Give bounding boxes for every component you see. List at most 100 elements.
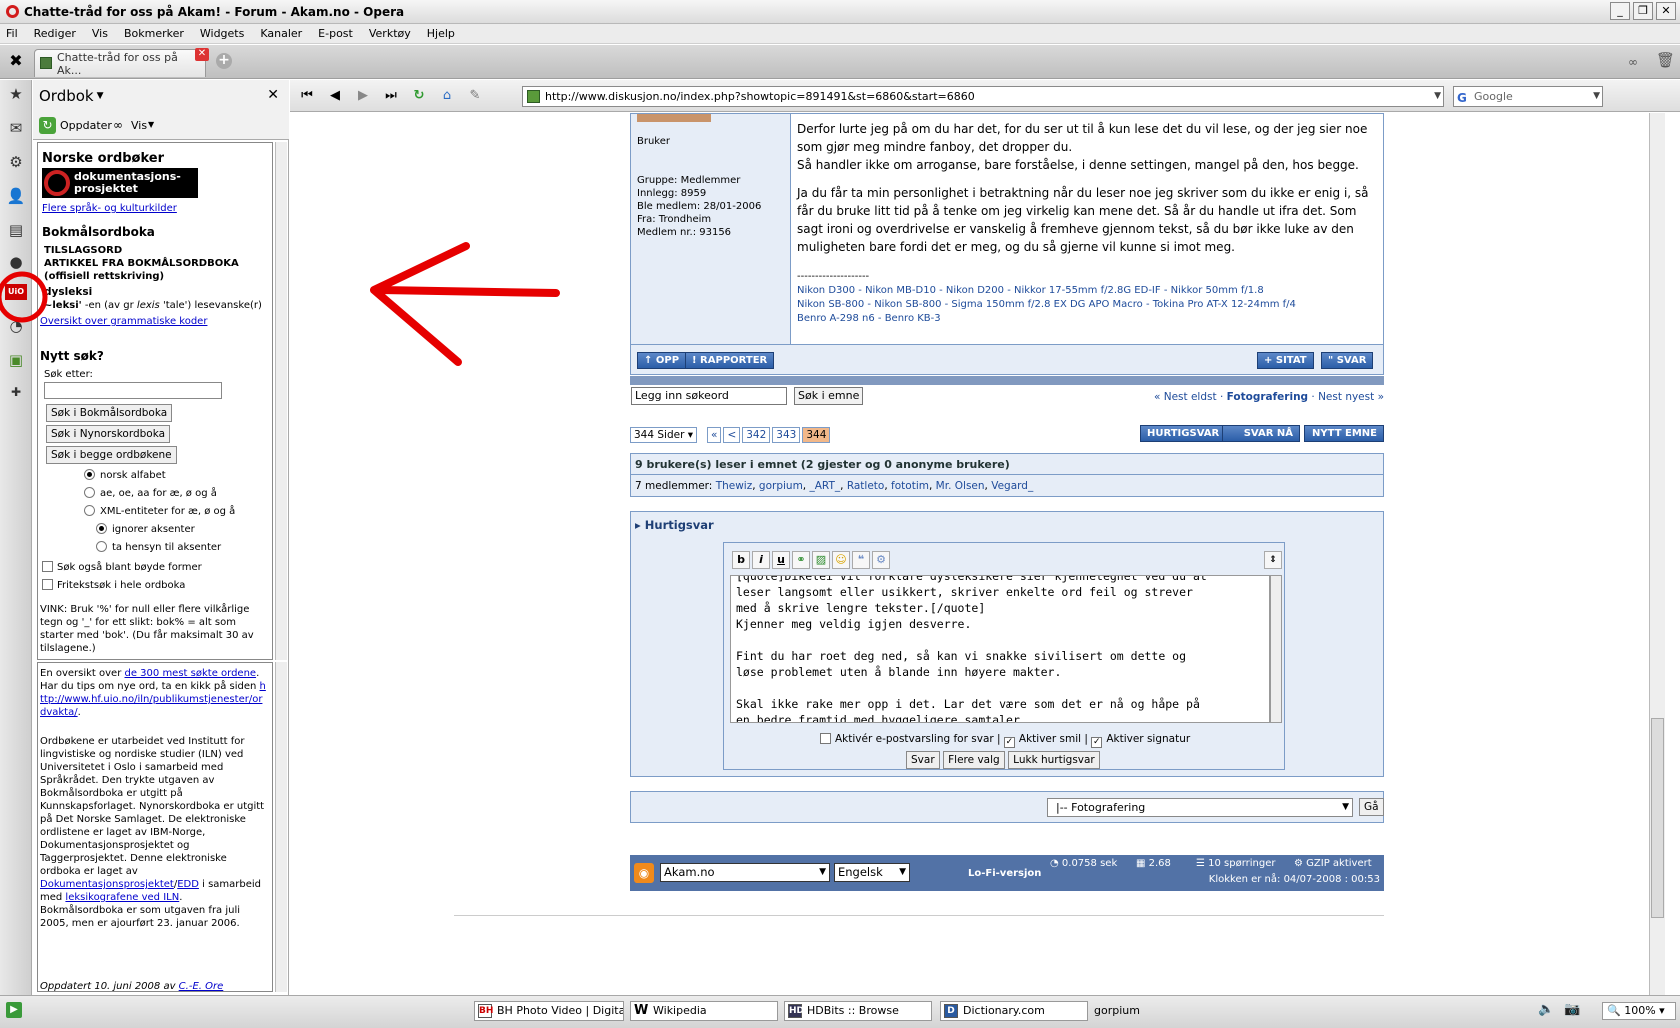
image-icon[interactable]: ▨ (812, 551, 830, 569)
skin-dropdown-icon[interactable]: ▼ (819, 864, 826, 881)
search-engine-field[interactable]: G Google ▼ (1453, 86, 1603, 107)
menu-kanaler[interactable]: Kanaler (260, 27, 302, 40)
lofi-link[interactable]: Lo-Fi-versjon (968, 868, 1041, 879)
menu-verktoy[interactable]: Verktøy (369, 27, 411, 40)
dokumentasjonsprosjektet-link[interactable]: Dokumentasjonsprosjektet (40, 879, 174, 890)
chat-icon[interactable]: ▤ (6, 220, 26, 240)
address-dropdown-icon[interactable]: ▼ (1434, 87, 1441, 106)
topic-search-input[interactable]: Legg inn søkeord (631, 387, 787, 405)
uio-dictionary-panel-icon[interactable]: UiO (5, 284, 27, 300)
leksikografene-link[interactable]: leksikografene ved ILN (65, 892, 179, 903)
bold-icon[interactable]: b (732, 551, 750, 569)
reader-name[interactable]: _ART_ (809, 480, 840, 492)
go-button[interactable]: Gå (1359, 798, 1384, 816)
close-tab-icon[interactable]: ✕ (195, 48, 209, 61)
dokumentasjonsprosjektet-logo[interactable]: dokumentasjons- prosjektet (42, 168, 198, 198)
gear-icon[interactable]: ⚙ (6, 152, 26, 172)
radio-norsk-alfabet[interactable]: norsk alfabet (84, 469, 166, 481)
submit-reply-button[interactable]: Svar (906, 751, 940, 769)
ore-link[interactable]: C.-E. Ore (179, 981, 224, 991)
avatar[interactable] (637, 114, 711, 122)
address-field[interactable]: http://www.diskusjon.no/index.php?showto… (522, 86, 1444, 107)
top-300-link[interactable]: de 300 mest søkte ordene (125, 668, 257, 679)
panel-toggle-icon[interactable]: ▶ (6, 1002, 22, 1018)
quote-icon[interactable]: ❝ (852, 551, 870, 569)
contacts-icon[interactable]: 👤 (6, 186, 26, 206)
svar-na-button[interactable]: SVAR NÅ (1222, 425, 1300, 442)
rewind-icon[interactable]: ⏮ (296, 86, 318, 106)
signature-checkbox[interactable]: ✓ Aktiver signatur (1091, 733, 1190, 748)
notes-icon[interactable]: ▣ (6, 350, 26, 370)
speeddial-wikipedia[interactable]: W Wikipedia (630, 1001, 778, 1021)
reader-name[interactable]: Vegard_ (991, 480, 1033, 492)
reader-name[interactable]: Thewiz (716, 480, 753, 492)
grammar-codes-link[interactable]: Oversikt over grammatiske koder (40, 316, 207, 327)
wand-icon[interactable]: ✎ (464, 86, 486, 106)
minimize-button[interactable]: _ (1610, 2, 1630, 20)
speeddial-bh-photo[interactable]: BHBH Photo Video | Digital C (474, 1001, 624, 1021)
search-both-button[interactable]: Søk i begge ordbøkene (46, 446, 177, 464)
tools-icon[interactable]: ✖ (6, 51, 26, 71)
speaker-icon[interactable]: 🔈 (1538, 1002, 1554, 1017)
reader-name[interactable]: Ratleto (847, 480, 885, 492)
menu-rediger[interactable]: Rediger (34, 27, 76, 40)
language-dropdown-icon[interactable]: ▼ (899, 864, 906, 881)
language-select[interactable]: Engelsk ▼ (834, 863, 910, 882)
more-options-button[interactable]: Flere valg (943, 751, 1005, 769)
close-window-button[interactable]: ✕ (1656, 2, 1676, 20)
radio-ta-hensyn[interactable]: ta hensyn til aksenter (96, 541, 221, 553)
history-icon[interactable]: ◔ (6, 316, 26, 336)
nytt-emne-button[interactable]: NYTT EMNE (1304, 425, 1384, 442)
speeddial-dictionary[interactable]: D Dictionary.com (940, 1001, 1088, 1021)
refresh-icon[interactable]: ↻ (39, 117, 56, 134)
menu-epost[interactable]: E-post (318, 27, 353, 40)
new-tab-icon[interactable]: + (216, 53, 232, 69)
camera-icon[interactable]: 📷 (1564, 1002, 1580, 1017)
prev-page-link[interactable]: < (723, 427, 741, 443)
flere-sprak-link[interactable]: Flere språk- og kulturkilder (42, 203, 177, 214)
bookmarks-star-icon[interactable]: ★ (6, 84, 26, 104)
reload-icon[interactable]: ↻ (408, 86, 430, 106)
menu-bokmerker[interactable]: Bokmerker (124, 27, 184, 40)
back-icon[interactable]: ◀ (324, 86, 346, 106)
close-quick-reply-button[interactable]: Lukk hurtigsvar (1008, 751, 1100, 769)
zoom-control[interactable]: 🔍 100% ▾ (1602, 1002, 1676, 1020)
checkbox-boyde-former[interactable]: Søk også blant bøyde former (42, 561, 202, 573)
page-343-link[interactable]: 343 (772, 427, 801, 443)
speeddial-hdbits[interactable]: HD HDBits :: Browse (784, 1001, 932, 1021)
hurtigsvar-button[interactable]: HURTIGSVAR (1140, 425, 1227, 442)
forum-link[interactable]: Fotografering (1227, 391, 1308, 403)
svar-button[interactable]: " SVAR (1321, 352, 1374, 369)
forward-icon[interactable]: ▶ (352, 86, 374, 106)
panel-top-scrollbar[interactable] (275, 142, 287, 660)
italic-icon[interactable]: i (752, 551, 770, 569)
code-icon[interactable]: ⚙ (872, 551, 890, 569)
next-topic-link[interactable]: Nest nyest » (1318, 391, 1384, 403)
search-nynorsk-button[interactable]: Søk i Nynorskordboka (46, 425, 171, 443)
menu-fil[interactable]: Fil (6, 27, 18, 40)
search-dropdown-icon[interactable]: ▼ (1593, 87, 1600, 106)
search-topic-button[interactable]: Søk i emne (794, 387, 864, 405)
rapporter-button[interactable]: ! RAPPORTER (685, 352, 775, 369)
menu-hjelp[interactable]: Hjelp (427, 27, 455, 40)
search-bokmal-button[interactable]: Søk i Bokmålsordboka (46, 404, 173, 422)
pages-select[interactable]: 344 Sider ▾ (630, 427, 698, 443)
radio-xml-entiteter[interactable]: XML-entiteter for æ, ø og å (84, 505, 235, 517)
radio-ignorer-aksenter[interactable]: ignorer aksenter (96, 523, 195, 535)
add-panel-icon[interactable]: ✚ (6, 382, 26, 402)
panel-bottom-scrollbar[interactable] (275, 662, 287, 992)
reply-textarea[interactable]: [quote]Dikelei vil forklare dysleksikere… (730, 575, 1270, 723)
trash-icon[interactable]: 🗑 (1656, 51, 1675, 69)
reply-scrollbar[interactable] (1270, 575, 1282, 723)
home-icon[interactable]: ⌂ (436, 86, 458, 106)
edd-link[interactable]: EDD (177, 879, 199, 890)
view-dropdown-icon[interactable]: ▼ (148, 120, 154, 129)
fast-forward-icon[interactable]: ⏭ (380, 86, 402, 106)
info-icon[interactable]: ● (6, 252, 26, 272)
underline-icon[interactable]: u (772, 551, 790, 569)
maximize-button[interactable]: ❐ (1633, 2, 1653, 20)
update-button[interactable]: Oppdater (60, 119, 112, 132)
reader-name[interactable]: Mr. Olsen (936, 480, 985, 492)
panel-title[interactable]: Ordbok (39, 87, 94, 105)
first-page-link[interactable]: « (707, 427, 722, 443)
